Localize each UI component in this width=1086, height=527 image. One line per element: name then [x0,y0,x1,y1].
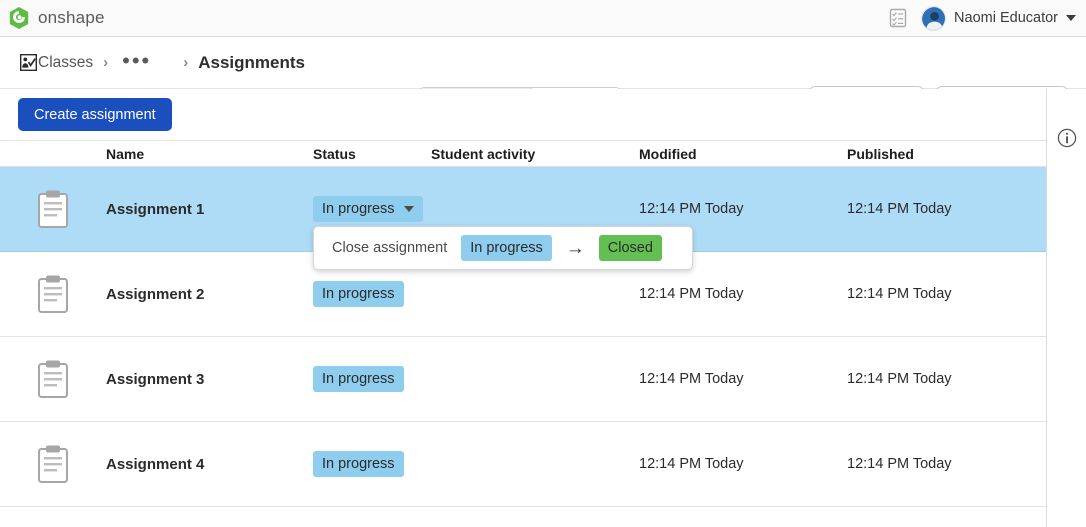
chevron-down-icon[interactable] [404,206,414,212]
onshape-hexagon-logo-icon [8,6,30,30]
cell-status: In progress [313,281,431,307]
arrow-right-icon: → [566,239,585,258]
column-header-modified: Modified [639,146,847,162]
assignment-name[interactable]: Assignment 2 [106,286,204,303]
cell-status: In progress [313,366,431,392]
breadcrumb-separator-1: › [103,54,108,71]
cell-name: Assignment 2 [0,274,313,314]
top-bar-right: Naomi Educator [889,6,1086,31]
table-header-row: Name Status Student activity Modified Pu… [0,141,1046,167]
column-header-published: Published [847,146,1046,162]
breadcrumb-item-assignments: Assignments [198,53,305,73]
top-bar: onshape [0,0,1086,37]
clipboard-icon [0,274,106,314]
status-badge-label: In progress [322,286,395,302]
clipboard-icon [0,444,106,484]
cell-published: 12:14 PM Today [847,201,1046,217]
create-assignment-button[interactable]: Create assignment [18,98,172,131]
status-badge[interactable]: In progress [313,451,404,477]
breadcrumb-item-classes[interactable]: Classes [38,54,93,72]
assignment-name[interactable]: Assignment 3 [106,371,204,388]
cell-modified: 12:14 PM Today [639,201,847,217]
close-assignment-label[interactable]: Close assignment [332,240,447,256]
cell-published: 12:14 PM Today [847,371,1046,387]
table-row[interactable]: Assignment 4 In progress 12:14 PM Today … [0,422,1046,507]
brand[interactable]: onshape [0,6,105,30]
assignment-name[interactable]: Assignment 1 [106,201,204,218]
classes-icon [20,54,37,71]
chevron-down-icon[interactable] [1066,15,1076,21]
cell-name: Assignment 4 [0,444,313,484]
clipboard-icon [0,359,106,399]
column-header-student-activity: Student activity [431,146,639,162]
status-badge-label: In progress [322,371,395,387]
status-badge-label: In progress [322,201,395,217]
cell-modified: 12:14 PM Today [639,456,847,472]
cell-published: 12:14 PM Today [847,456,1046,472]
table-empty-row [0,507,1046,527]
app-root: onshape [0,0,1086,527]
avatar [921,6,946,31]
assignment-name[interactable]: Assignment 4 [106,456,204,473]
breadcrumb-overflow-button[interactable]: ••• [118,55,155,67]
status-badge[interactable]: In progress [313,281,404,307]
cell-modified: 12:14 PM Today [639,371,847,387]
breadcrumb: Classes › ••• › Assignments [0,53,305,73]
user-menu[interactable]: Naomi Educator [921,6,1076,31]
popup-from-status-badge: In progress [461,235,552,261]
cell-published: 12:14 PM Today [847,286,1046,302]
cell-name: Assignment 3 [0,359,313,399]
cell-status: In progress [313,196,431,222]
cell-name: Assignment 1 [0,189,313,229]
assignments-table: Name Status Student activity Modified Pu… [0,141,1046,527]
cell-status: In progress [313,451,431,477]
info-icon[interactable] [1057,128,1077,148]
task-list-icon[interactable] [889,8,907,28]
column-header-status: Status [313,146,431,162]
breadcrumb-separator-2: › [183,54,188,71]
status-badge[interactable]: In progress [313,366,404,392]
action-bar: Create assignment [0,89,1046,141]
user-name: Naomi Educator [954,10,1058,26]
table-row[interactable]: Assignment 3 In progress 12:14 PM Today … [0,337,1046,422]
clipboard-icon [0,189,106,229]
right-side-panel [1046,89,1086,527]
breadcrumb-bar: Classes › ••• › Assignments Assignments … [0,37,1086,89]
column-header-name: Name [0,146,313,162]
cell-modified: 12:14 PM Today [639,286,847,302]
popup-to-status-badge[interactable]: Closed [599,235,662,261]
status-badge[interactable]: In progress [313,196,423,222]
status-change-popup[interactable]: Close assignment In progress → Closed [313,226,693,270]
status-badge-label: In progress [322,456,395,472]
brand-name: onshape [38,8,105,28]
